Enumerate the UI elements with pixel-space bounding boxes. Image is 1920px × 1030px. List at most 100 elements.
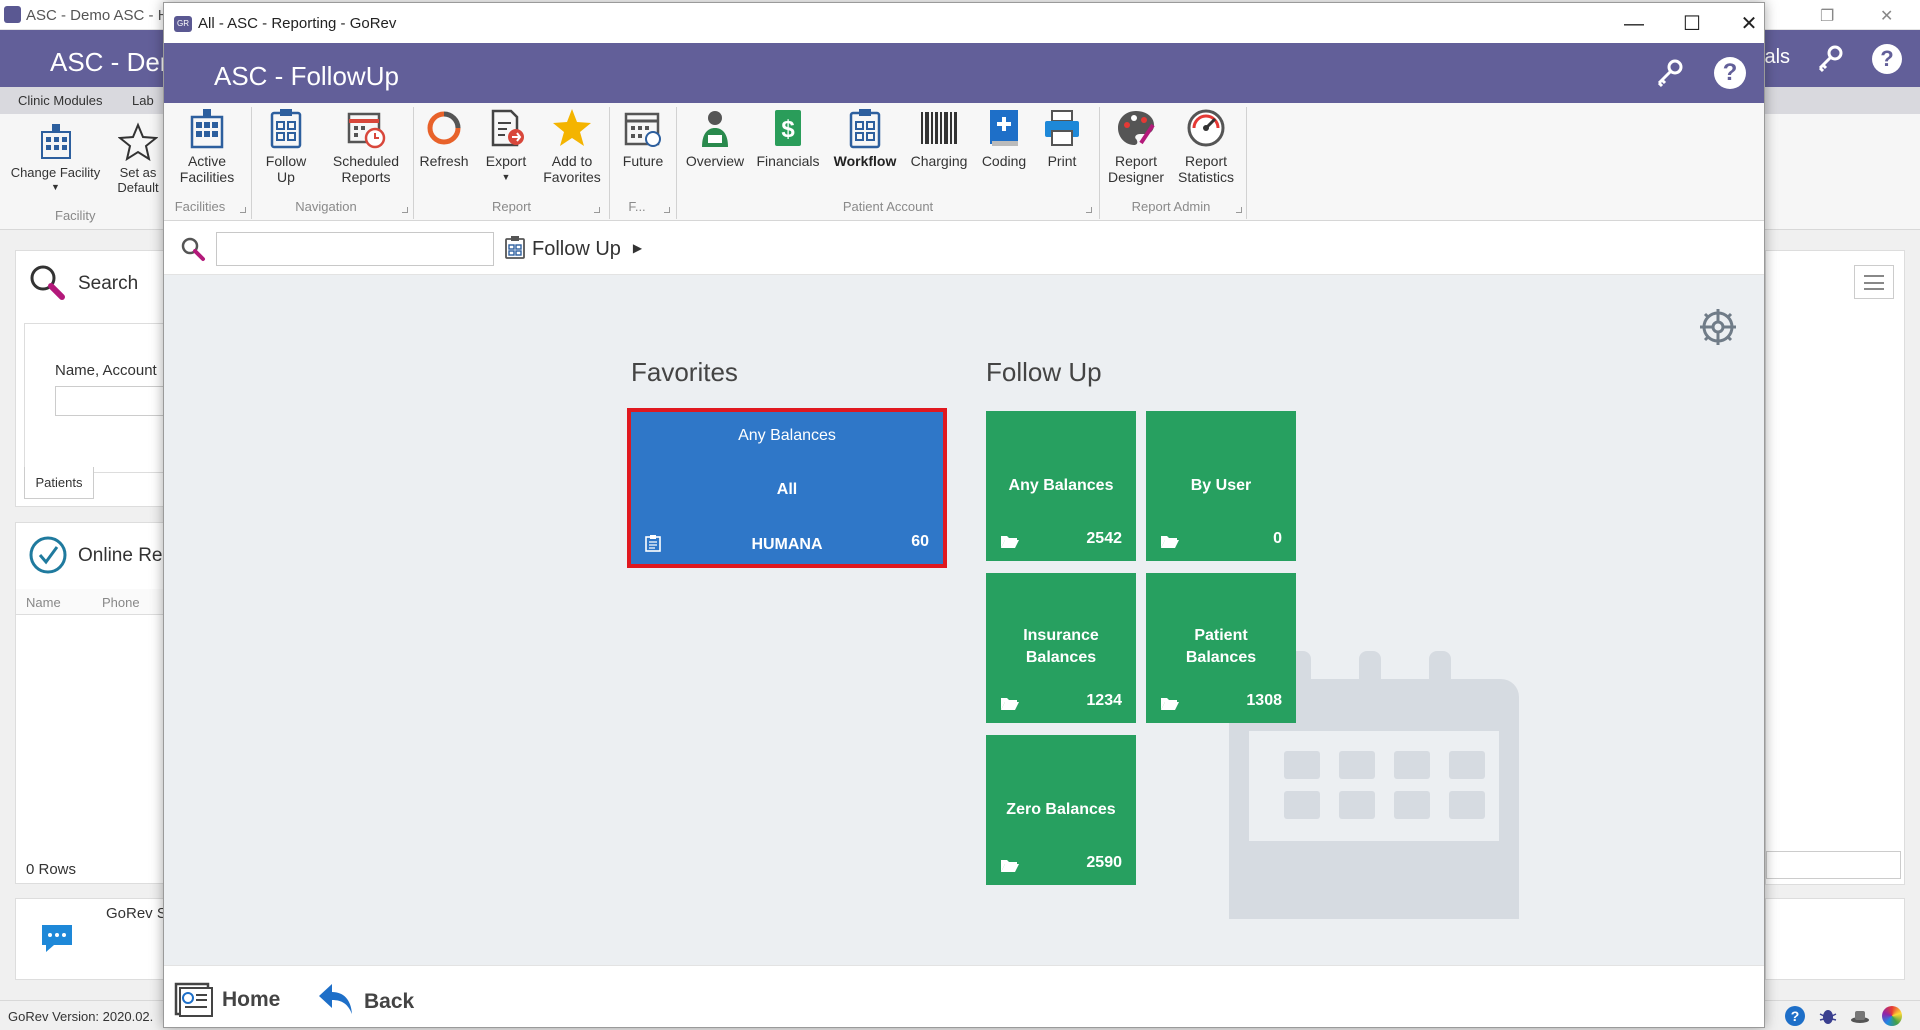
- workflow-label: Workflow: [833, 153, 897, 169]
- folder-icon: [1001, 536, 1019, 548]
- online-panel: Online Re Name Phone 0 Rows: [15, 522, 176, 884]
- close-icon[interactable]: ✕: [1880, 6, 1893, 26]
- tab-clinic-modules[interactable]: Clinic Modules: [18, 93, 103, 108]
- tile-label: Zero Balances: [1006, 801, 1116, 818]
- tile-label: By User: [1190, 477, 1252, 494]
- search-panel: Search Name, Account Patients: [15, 250, 175, 507]
- dialog-launcher-icon[interactable]: [1086, 207, 1092, 213]
- gauge-icon: [1187, 109, 1225, 147]
- workflow-button[interactable]: Workflow: [826, 107, 904, 169]
- tab-lab[interactable]: Lab: [132, 93, 154, 108]
- future-label: Future: [622, 153, 664, 169]
- bug-icon[interactable]: [1818, 1006, 1838, 1026]
- tab-patients[interactable]: Patients: [24, 467, 94, 499]
- clipboard-icon: [645, 535, 661, 552]
- folder-icon: [1001, 860, 1019, 872]
- key-icon[interactable]: [1654, 57, 1686, 89]
- star-icon: [553, 109, 591, 146]
- report-admin-group-label: Report Admin: [1131, 199, 1211, 214]
- search-icon[interactable]: [180, 236, 206, 262]
- overview-button[interactable]: Overview: [678, 107, 752, 169]
- facilities-group-label: Facilities: [174, 199, 226, 214]
- patient-account-group-label: Patient Account: [842, 199, 934, 214]
- tile-label: Insurance Balances: [1023, 627, 1099, 666]
- help-icon[interactable]: ?: [1714, 57, 1746, 89]
- toolbar: Follow Up ▶: [164, 221, 1764, 275]
- coding-label: Coding: [981, 153, 1027, 169]
- check-circle-icon: [29, 536, 67, 574]
- dialog-launcher-icon[interactable]: [240, 207, 246, 213]
- change-facility-button[interactable]: Change Facility ▼: [8, 122, 103, 195]
- menu-icon[interactable]: [1854, 265, 1894, 299]
- scheduled-reports-button[interactable]: Scheduled Reports: [324, 107, 408, 185]
- gear-icon[interactable]: [1698, 307, 1738, 347]
- tile-count: 2590: [1086, 854, 1122, 871]
- minimize-icon[interactable]: —: [1616, 11, 1652, 37]
- followup-dialog: GR All - ASC - Reporting - GoRev — ☐ ✕ A…: [163, 2, 1765, 1028]
- search-field-input[interactable]: [55, 386, 175, 416]
- status-help-icon[interactable]: ?: [1785, 1006, 1805, 1026]
- financials-button[interactable]: $ Financials: [752, 107, 824, 169]
- app-icon: GR: [174, 16, 192, 32]
- follow-up-tile-by-user[interactable]: By User 0: [1146, 411, 1296, 561]
- follow-up-label: Follow Up: [265, 153, 307, 185]
- overview-label: Overview: [685, 153, 745, 169]
- follow-up-tile-insurance-balances[interactable]: Insurance Balances 1234: [986, 573, 1136, 723]
- charging-label: Charging: [910, 153, 968, 169]
- building-icon: [190, 109, 224, 149]
- back-button[interactable]: Back: [316, 980, 414, 1018]
- key-icon[interactable]: [1815, 44, 1845, 74]
- export-button[interactable]: Export ▼: [476, 107, 536, 185]
- charging-button[interactable]: Charging: [906, 107, 972, 169]
- future-button[interactable]: Future: [612, 107, 674, 169]
- building-icon: [40, 124, 71, 159]
- coding-button[interactable]: Coding: [976, 107, 1032, 169]
- dialog-launcher-icon[interactable]: [1236, 207, 1242, 213]
- refresh-button[interactable]: Refresh: [414, 107, 474, 169]
- report-statistics-label: Report Statistics: [1177, 153, 1234, 185]
- medical-book-icon: [990, 110, 1018, 146]
- print-button[interactable]: Print: [1034, 107, 1090, 169]
- add-to-favorites-button[interactable]: Add to Favorites: [536, 107, 608, 185]
- follow-up-title: Follow Up: [986, 357, 1102, 387]
- refresh-icon: [427, 111, 461, 145]
- back-arrow-icon: [319, 984, 352, 1014]
- calendar-clock-icon: [347, 112, 386, 149]
- ribbon-separator: [1246, 107, 1247, 219]
- maximize-icon[interactable]: ☐: [1674, 11, 1710, 37]
- future-group-label: F...: [628, 199, 646, 214]
- financials-label: Financials: [756, 153, 820, 169]
- folder-icon: [1161, 536, 1179, 548]
- follow-up-tile-any-balances[interactable]: Any Balances 2542: [986, 411, 1136, 561]
- dialog-launcher-icon[interactable]: [402, 207, 408, 213]
- help-icon[interactable]: ?: [1872, 44, 1902, 74]
- active-facilities-button[interactable]: Active Facilities: [172, 107, 242, 185]
- scheduled-reports-label: Scheduled Reports: [332, 153, 400, 185]
- col-phone[interactable]: Phone: [102, 595, 140, 610]
- color-wheel-icon[interactable]: [1882, 1006, 1902, 1026]
- col-name[interactable]: Name: [26, 595, 61, 610]
- report-designer-button[interactable]: Report Designer: [1101, 107, 1171, 185]
- restore-icon[interactable]: ❐: [1820, 6, 1834, 26]
- add-to-favorites-label: Add to Favorites: [543, 153, 601, 185]
- home-button[interactable]: Home: [174, 980, 280, 1018]
- follow-up-button[interactable]: Follow Up: [256, 107, 316, 185]
- set-as-default-button[interactable]: Set as Default: [112, 122, 164, 195]
- report-statistics-button[interactable]: Report Statistics: [1171, 107, 1241, 185]
- dialog-launcher-icon[interactable]: [664, 207, 670, 213]
- right-input[interactable]: [1766, 851, 1901, 879]
- favorite-tile-any-balances[interactable]: Any Balances All HUMANA 60: [631, 412, 943, 564]
- hat-icon[interactable]: [1850, 1006, 1870, 1026]
- chevron-right-icon: ▶: [632, 241, 643, 255]
- dropdown-arrow-icon: ▼: [501, 172, 511, 182]
- rows-count: 0 Rows: [26, 861, 77, 878]
- close-icon[interactable]: ✕: [1731, 11, 1764, 37]
- dialog-launcher-icon[interactable]: [594, 207, 600, 213]
- follow-up-tile-zero-balances[interactable]: Zero Balances 2590: [986, 735, 1136, 885]
- search-input[interactable]: [216, 232, 494, 266]
- breadcrumb[interactable]: Follow Up ▶: [504, 235, 642, 261]
- follow-up-tile-patient-balances[interactable]: Patient Balances 1308: [1146, 573, 1296, 723]
- online-panel-title: Online Re: [78, 545, 163, 566]
- background-header-title: ASC - Der: [50, 47, 169, 77]
- online-table-header: Name Phone: [16, 589, 176, 615]
